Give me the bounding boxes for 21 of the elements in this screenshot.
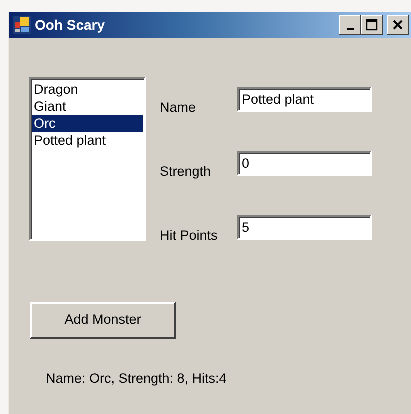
minimize-button[interactable]	[339, 15, 361, 35]
list-item[interactable]: Dragon	[32, 81, 143, 98]
monster-list[interactable]: Dragon Giant Orc Potted plant	[29, 77, 146, 241]
list-item[interactable]: Potted plant	[32, 132, 143, 149]
window-title: Ooh Scary	[35, 16, 106, 35]
input-field[interactable]: 0	[237, 151, 372, 176]
list-item[interactable]: Giant	[32, 98, 143, 115]
maximize-icon	[366, 19, 378, 31]
field-label: Hit Points	[160, 226, 219, 245]
status-text: Name: Orc, Strength: 8, Hits:4	[46, 370, 228, 388]
close-button[interactable]	[387, 15, 409, 35]
app-icon	[13, 16, 31, 34]
field-label: Strength	[160, 162, 212, 181]
close-icon	[393, 20, 403, 30]
input-field[interactable]: 5	[237, 215, 372, 240]
list-item[interactable]: Orc	[32, 115, 143, 132]
maximize-button[interactable]	[361, 15, 383, 35]
field-label: Name	[160, 98, 198, 117]
add-monster-button[interactable]: Add Monster	[30, 302, 176, 339]
input-field[interactable]: Potted plant	[237, 87, 372, 112]
minimize-icon	[346, 28, 354, 30]
